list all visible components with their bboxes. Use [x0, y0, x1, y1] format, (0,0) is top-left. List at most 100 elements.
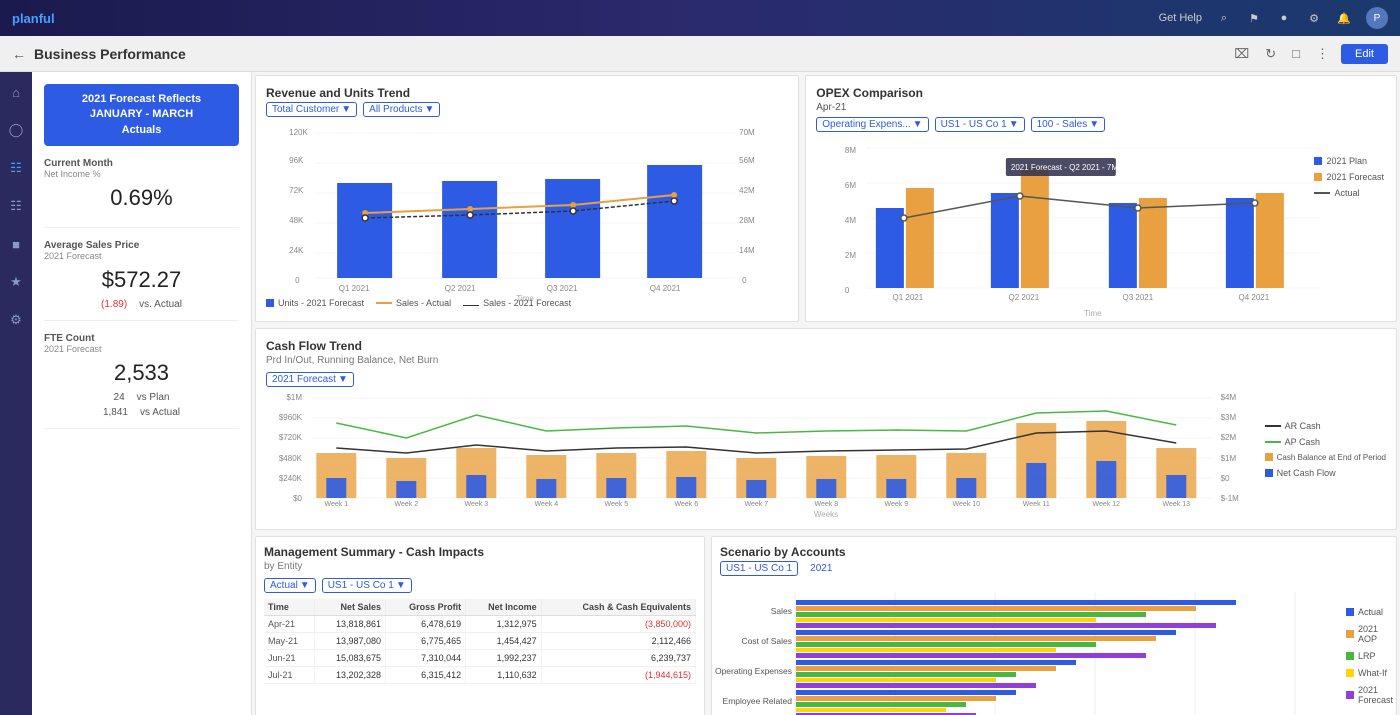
scenario-legend: Actual 2021 AOP LRP What-If 2021 Forecas: [1346, 582, 1393, 715]
cell-netincome: 1,454,427: [466, 633, 542, 650]
all-products-filter[interactable]: All Products ▼: [363, 102, 440, 117]
edit-button[interactable]: Edit: [1341, 44, 1388, 64]
svg-text:Week 7: Week 7: [744, 501, 768, 508]
search-icon[interactable]: ⌕: [1216, 10, 1232, 26]
sidebar-chart-icon[interactable]: ☷: [4, 156, 28, 180]
revenue-chart-title: Revenue and Units Trend: [266, 86, 788, 100]
globe-icon[interactable]: ●: [1276, 10, 1292, 26]
cell-grossprofit: 6,478,619: [386, 616, 466, 633]
back-button[interactable]: ←: [12, 46, 26, 62]
current-month-label: Current Month: [44, 158, 239, 169]
scenario-inner: Sales Cost of Sales Operating Expenses E…: [720, 582, 1388, 715]
info-panel: 2021 Forecast Reflects JANUARY - MARCH A…: [32, 72, 252, 715]
svg-text:Q3 2021: Q3 2021: [1123, 293, 1154, 302]
cashflow-filter[interactable]: 2021 Forecast ▼: [266, 372, 354, 387]
sidebar-grid-icon[interactable]: ☷: [4, 194, 28, 218]
svg-text:0: 0: [845, 286, 850, 295]
svg-text:Week 11: Week 11: [1023, 501, 1050, 508]
mgmt-filter2[interactable]: US1 - US Co 1 ▼: [322, 578, 412, 593]
table-row: Jun-21 15,083,675 7,310,044 1,992,237 6,…: [264, 650, 696, 667]
revenue-svg: 0 24K 48K 72K 96K 120K 0 14M 28M 42M 56M…: [266, 123, 788, 293]
scenario-svg: Sales Cost of Sales Operating Expenses E…: [720, 582, 1340, 715]
top-nav-left: planful: [12, 11, 55, 26]
sidebar-person-icon[interactable]: ■: [4, 232, 28, 256]
cell-netincome: 1,992,237: [466, 650, 542, 667]
units-legend: Units - 2021 Forecast: [266, 298, 364, 308]
cashflow-x-label: Weeks: [266, 510, 1386, 519]
mgmt-filter1[interactable]: Actual ▼: [264, 578, 316, 593]
fte-sublabel: 2021 Forecast: [44, 344, 239, 354]
crop-icon[interactable]: ⌧: [1230, 44, 1253, 64]
fte-value: 2,533: [44, 360, 239, 386]
sidebar-home-icon[interactable]: ⌂: [4, 80, 28, 104]
user-avatar[interactable]: P: [1366, 7, 1388, 29]
svg-text:120K: 120K: [289, 128, 308, 137]
scenario-filter2[interactable]: 2021: [804, 561, 838, 576]
opex-filter2[interactable]: US1 - US Co 1 ▼: [935, 117, 1025, 132]
table-row: Jul-21 13,202,328 6,315,412 1,110,632 (1…: [264, 667, 696, 684]
cell-cash: (1,944,615): [541, 667, 695, 684]
cash-balance-legend: Cash Balance at End of Period: [1265, 453, 1386, 462]
cell-time: Jul-21: [264, 667, 315, 684]
fte-vs-plan-label: vs Plan: [137, 392, 170, 403]
svg-text:Q4 2021: Q4 2021: [650, 284, 681, 293]
sidebar-star-icon[interactable]: ★: [4, 270, 28, 294]
opex-filter1[interactable]: Operating Expens... ▼: [816, 117, 928, 132]
ap-cash-legend: AP Cash: [1265, 437, 1386, 447]
avg-sales-section: Average Sales Price 2021 Forecast $572.2…: [44, 240, 239, 321]
refresh-icon[interactable]: ↻: [1261, 44, 1280, 64]
cell-netsales: 15,083,675: [315, 650, 386, 667]
charts-area: Revenue and Units Trend Total Customer ▼…: [252, 72, 1400, 715]
sales-actual-legend: Sales - Actual: [376, 298, 451, 308]
svg-text:Q1 2021: Q1 2021: [339, 284, 370, 293]
top-nav-right: Get Help ⌕ ⚑ ● ⚙ 🔔 P: [1159, 7, 1388, 29]
scenario-filter1[interactable]: US1 - US Co 1: [720, 561, 798, 576]
cashflow-row: Cash Flow Trend Prd In/Out, Running Bala…: [252, 325, 1400, 533]
col-time: Time: [264, 599, 315, 616]
more-options-icon[interactable]: ⋮: [1312, 44, 1333, 64]
bookmark-icon[interactable]: ⚑: [1246, 10, 1262, 26]
cell-netincome: 1,312,975: [466, 616, 542, 633]
expand-icon[interactable]: □: [1288, 44, 1304, 63]
rev-bar-q4: [647, 165, 702, 278]
total-customer-filter[interactable]: Total Customer ▼: [266, 102, 357, 117]
sidebar-clock-icon[interactable]: ◯: [4, 118, 28, 142]
second-navigation: ← Business Performance ⌧ ↻ □ ⋮ Edit: [0, 36, 1400, 72]
svg-text:2M: 2M: [845, 251, 856, 260]
avg-sales-value: $572.27: [44, 267, 239, 293]
management-table-panel: Management Summary - Cash Impacts by Ent…: [255, 536, 705, 715]
table-row: May-21 13,987,080 6,775,465 1,454,427 2,…: [264, 633, 696, 650]
opex-forecast-legend: 2021 Forecast: [1314, 172, 1384, 182]
opex-chart-panel: OPEX Comparison Apr-21 Operating Expens.…: [805, 75, 1397, 322]
cashflow-chart-inner: $1M$960K$720K$480K$240K$0: [266, 393, 1386, 508]
svg-text:8M: 8M: [845, 146, 856, 155]
svg-text:Employee Related: Employee Related: [723, 696, 793, 706]
opex-chart-title: OPEX Comparison: [816, 86, 1386, 100]
table-row: Apr-21 13,818,861 6,478,619 1,312,975 (3…: [264, 616, 696, 633]
col-netsales: Net Sales: [315, 599, 386, 616]
opex-svg: 0 2M 4M 6M 8M: [816, 138, 1386, 303]
sidebar-gear-icon[interactable]: ⚙: [4, 308, 28, 332]
get-help-link[interactable]: Get Help: [1159, 12, 1202, 24]
cashflow-chart-panel: Cash Flow Trend Prd In/Out, Running Bala…: [255, 328, 1397, 530]
svg-text:28M: 28M: [739, 216, 755, 225]
avg-sales-sublabel: 2021 Forecast: [44, 251, 239, 261]
cashflow-title: Cash Flow Trend: [266, 339, 1386, 353]
svg-text:Week 1: Week 1: [324, 501, 348, 508]
cell-grossprofit: 7,310,044: [386, 650, 466, 667]
bell-icon[interactable]: 🔔: [1336, 10, 1352, 26]
actual-scenario-legend: Actual: [1346, 607, 1393, 617]
scenario-panel: Scenario by Accounts US1 - US Co 1 2021 …: [711, 536, 1397, 715]
bottom-section: Management Summary - Cash Impacts by Ent…: [252, 533, 1400, 715]
settings-icon[interactable]: ⚙: [1306, 10, 1322, 26]
scenario-title: Scenario by Accounts: [720, 545, 1388, 559]
col-cash: Cash & Cash Equivalents: [541, 599, 695, 616]
cell-time: Jun-21: [264, 650, 315, 667]
svg-text:Q2 2021: Q2 2021: [445, 284, 476, 293]
cashflow-legend: AR Cash AP Cash Cash Balance at End of P…: [1265, 393, 1386, 508]
svg-text:Operating Expenses: Operating Expenses: [715, 666, 792, 676]
opex-filter3[interactable]: 100 - Sales ▼: [1031, 117, 1106, 132]
svg-text:6M: 6M: [845, 181, 856, 190]
cashflow-filters: 2021 Forecast ▼: [266, 372, 1386, 387]
svg-text:Sales: Sales: [771, 606, 792, 616]
